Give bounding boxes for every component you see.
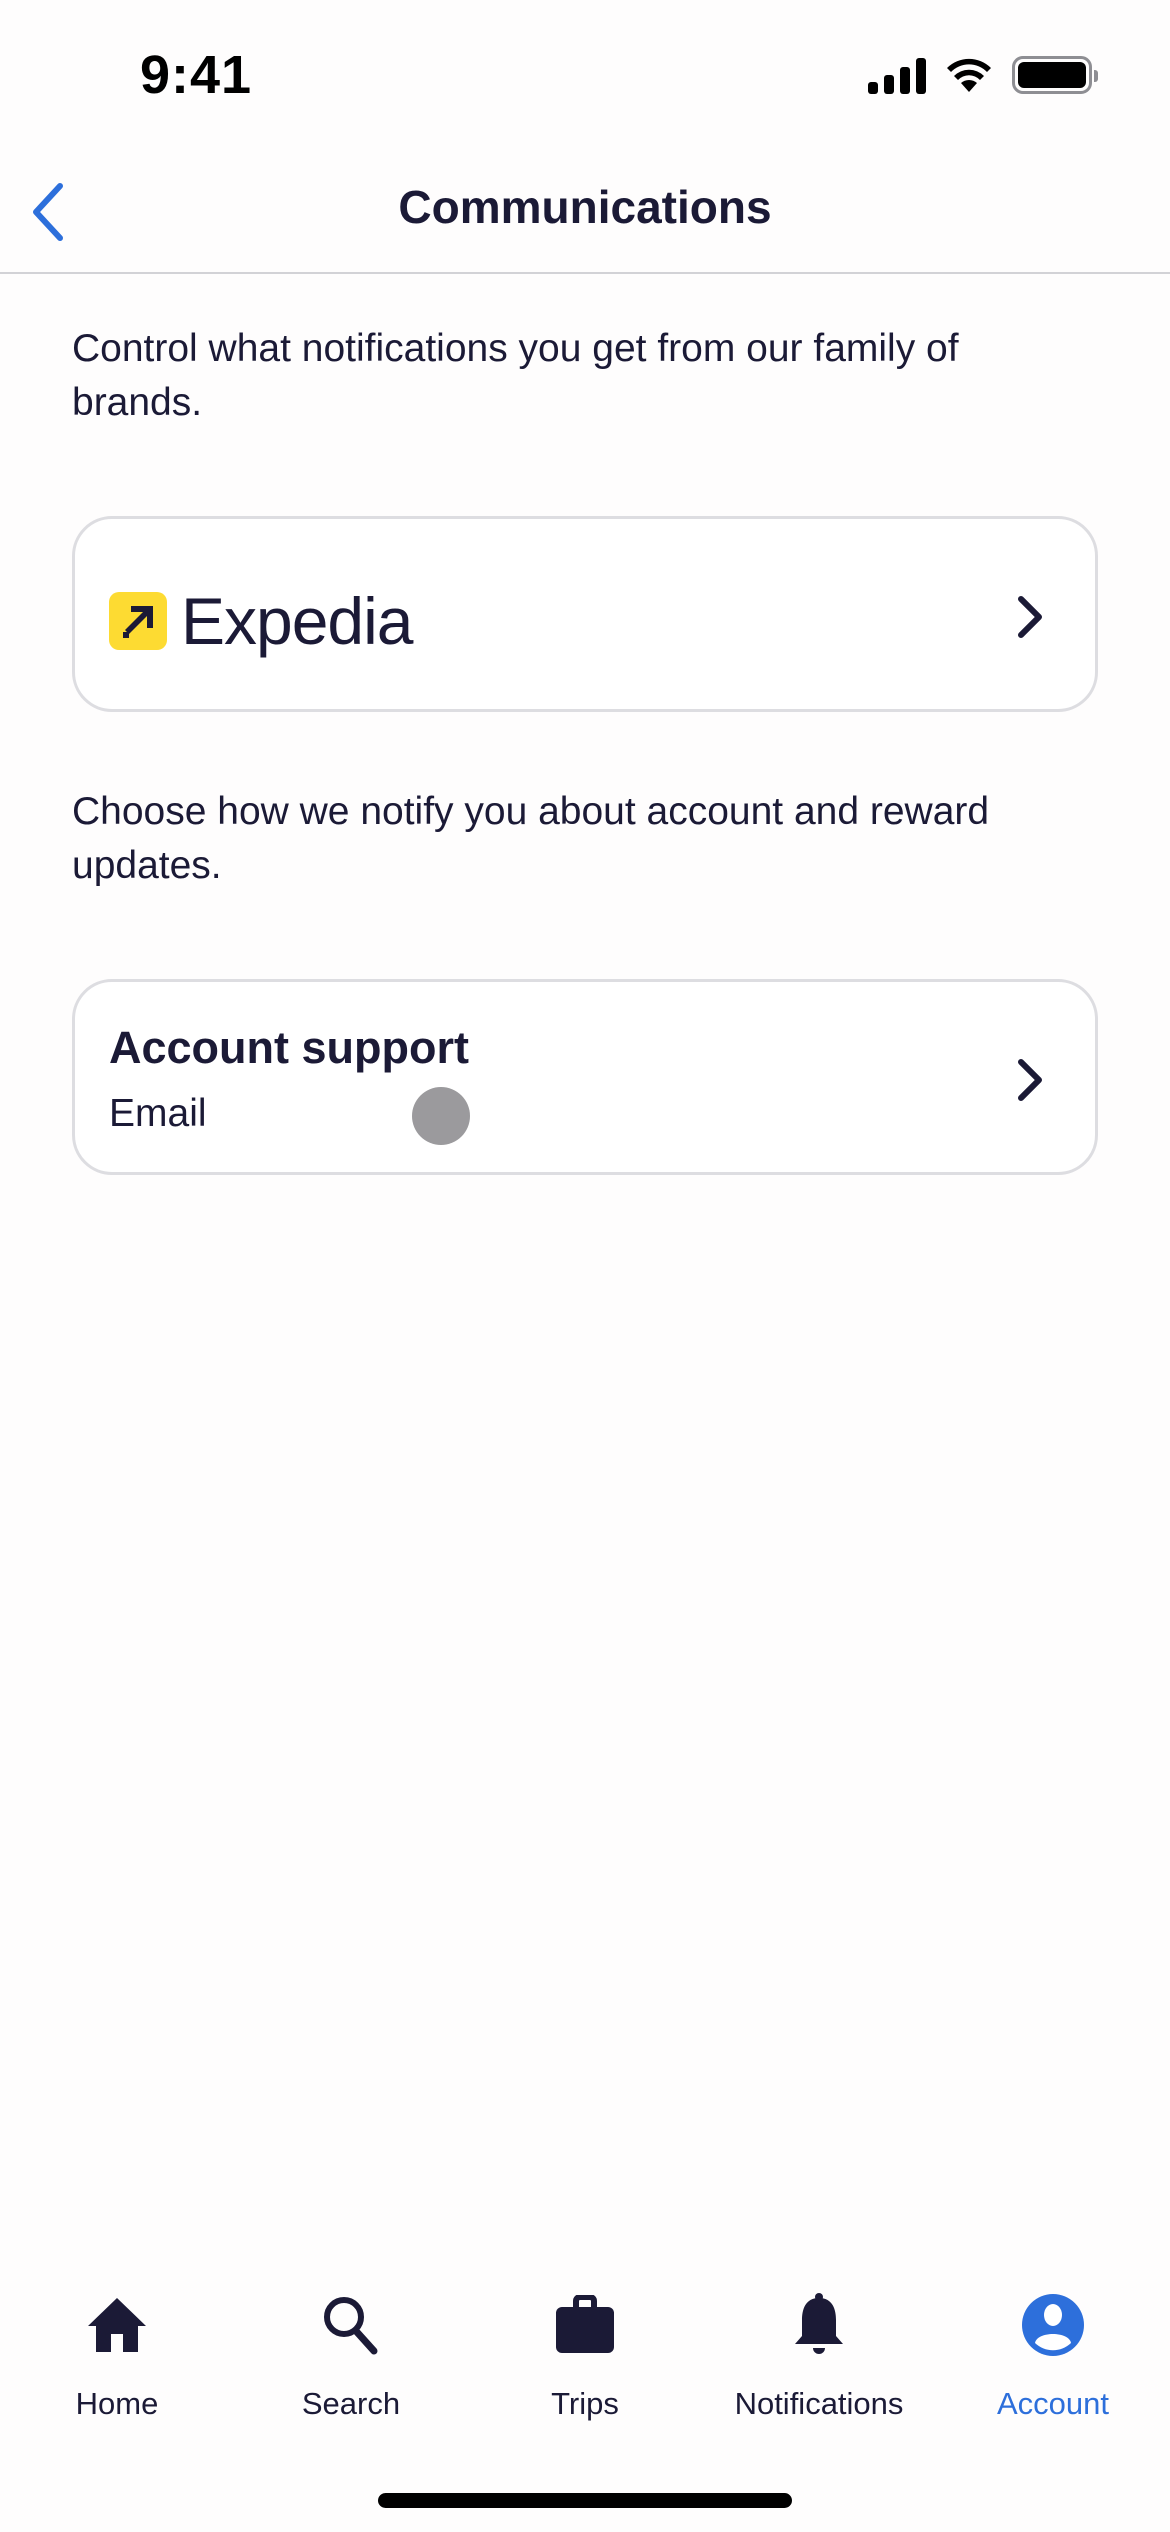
- tab-label: Notifications: [734, 2386, 904, 2421]
- chevron-right-icon: [1018, 1059, 1042, 1101]
- home-indicator: [378, 2493, 792, 2508]
- page-title: Communications: [398, 181, 772, 233]
- search-icon: [316, 2290, 386, 2360]
- account-support-card[interactable]: Account support Email: [72, 979, 1098, 1175]
- account-icon: [1018, 2290, 1088, 2360]
- status-time: 9:41: [140, 45, 253, 105]
- account-support-title: Account support: [109, 1022, 469, 1073]
- wifi-icon: [947, 58, 991, 92]
- status-icons: [868, 56, 1098, 94]
- account-support-channel: Email: [109, 1092, 207, 1135]
- tab-notifications[interactable]: Notifications: [702, 2290, 936, 2430]
- status-bar: 9:41: [0, 0, 1170, 150]
- tab-label: Trips: [551, 2386, 619, 2421]
- tab-search[interactable]: Search: [234, 2290, 468, 2430]
- briefcase-icon: [550, 2290, 620, 2360]
- touch-indicator: [412, 1087, 470, 1145]
- brand-name: Expedia: [181, 584, 414, 658]
- tab-trips[interactable]: Trips: [468, 2290, 702, 2430]
- expedia-logo: Expedia: [109, 583, 414, 659]
- battery-icon: [1012, 56, 1098, 94]
- expedia-arrow-icon: [109, 592, 167, 650]
- chevron-right-icon: [1018, 596, 1042, 638]
- tab-label: Search: [301, 2386, 401, 2421]
- home-icon: [82, 2290, 152, 2360]
- tab-account[interactable]: Account: [936, 2290, 1170, 2430]
- account-intro-text: Choose how we notify you about account a…: [72, 790, 990, 887]
- bell-icon: [784, 2290, 854, 2360]
- tab-label: Home: [75, 2386, 159, 2421]
- tab-home[interactable]: Home: [0, 2290, 234, 2430]
- cellular-signal-icon: [868, 56, 926, 94]
- expedia-brand-card[interactable]: Expedia: [72, 516, 1098, 712]
- tab-label: Account: [996, 2386, 1109, 2421]
- intro-text: Control what notifications you get from …: [72, 327, 959, 424]
- tab-bar: Home Search Trips Notifications Account: [0, 2290, 1170, 2430]
- navigation-bar: Communications: [0, 150, 1170, 274]
